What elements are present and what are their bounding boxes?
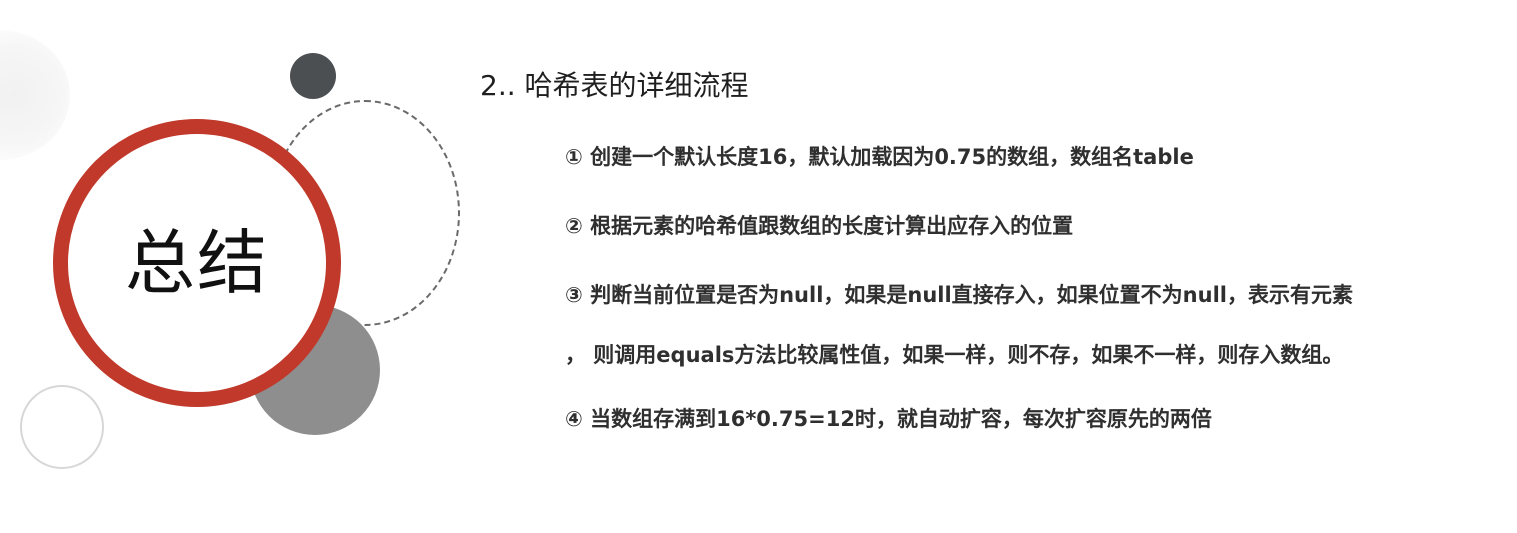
step-1: ① 创建一个默认长度16，默认加载因为0.75的数组，数组名table: [565, 145, 1194, 169]
dark-dot-decoration: [290, 53, 336, 99]
step-3-continuation: ， 则调用equals方法比较属性值，如果一样，则不存，如果不一样，则存入数组。: [565, 343, 1344, 367]
outline-circle-decoration: [20, 385, 104, 469]
step-3: ③ 判断当前位置是否为null，如果是null直接存入，如果位置不为null，表…: [565, 283, 1353, 307]
step-2: ② 根据元素的哈希值跟数组的长度计算出应存入的位置: [565, 214, 1074, 238]
background-blob: [0, 30, 70, 160]
step-4: ④ 当数组存满到16*0.75=12时，就自动扩容，每次扩容原先的两倍: [565, 407, 1212, 431]
summary-badge-label: 总结: [125, 222, 269, 304]
section-heading: 2.. 哈希表的详细流程: [480, 69, 749, 102]
summary-badge: 总结: [53, 119, 341, 407]
